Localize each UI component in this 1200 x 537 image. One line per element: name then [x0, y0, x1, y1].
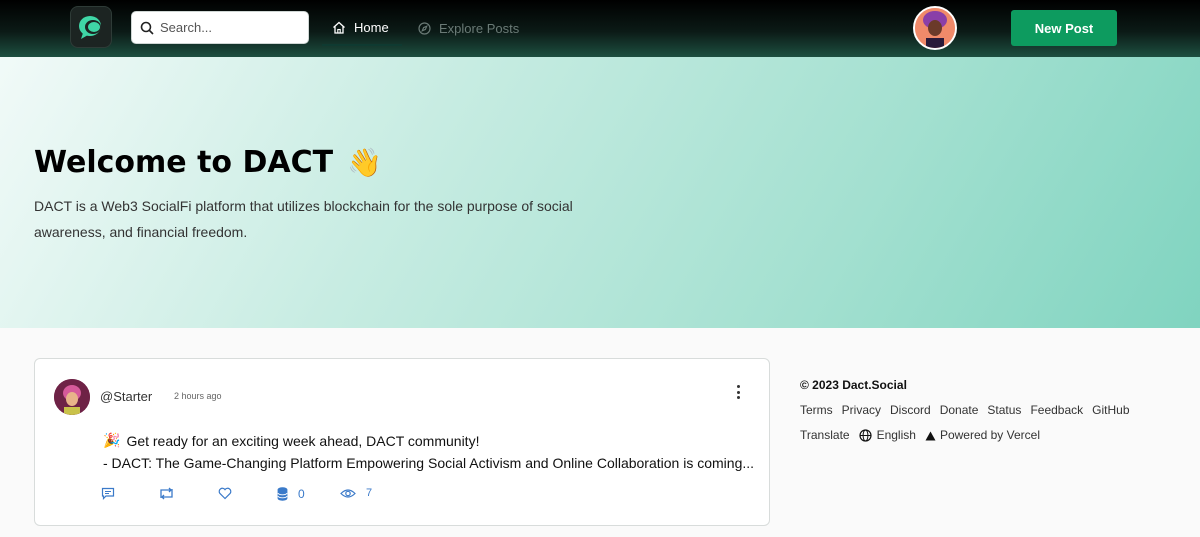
footer-links: Terms Privacy Discord Donate Status Feed…: [800, 403, 1160, 443]
language-label: English: [876, 428, 916, 442]
app-logo[interactable]: [70, 6, 112, 48]
more-vertical-icon[interactable]: [732, 384, 744, 400]
new-post-button[interactable]: New Post: [1011, 10, 1117, 46]
footer-link-translate[interactable]: Translate: [800, 428, 850, 443]
powered-label: Powered by Vercel: [939, 428, 1040, 442]
hero-title: Welcome to DACT 👋: [34, 145, 382, 180]
home-icon: [333, 21, 345, 34]
nav-explore-label: Explore Posts: [439, 20, 520, 36]
nav-explore-posts[interactable]: Explore Posts: [418, 10, 519, 46]
post-author-avatar[interactable]: [54, 379, 90, 415]
footer-link-github[interactable]: GitHub: [1092, 403, 1129, 418]
author-avatar-image: [54, 379, 90, 415]
language-selector[interactable]: English: [858, 428, 916, 443]
coin-count: 0: [298, 487, 305, 501]
footer-link-feedback[interactable]: Feedback: [1030, 403, 1083, 418]
footer-link-donate[interactable]: Donate: [940, 403, 979, 418]
search-input[interactable]: [160, 20, 300, 35]
globe-icon: [858, 429, 872, 442]
views-indicator: 7: [340, 487, 372, 499]
footer-link-discord[interactable]: Discord: [890, 403, 931, 418]
footer-link-terms[interactable]: Terms: [800, 403, 833, 418]
hero-description: DACT is a Web3 SocialFi platform that ut…: [34, 198, 573, 240]
footer-link-status[interactable]: Status: [987, 403, 1021, 418]
nav-home[interactable]: Home: [322, 10, 402, 46]
search-box[interactable]: [131, 11, 309, 44]
eye-icon: [340, 488, 356, 498]
app-logo-icon: [79, 16, 101, 39]
party-popper-icon: 🎉: [103, 432, 121, 448]
post-card[interactable]: @Starter 2 hours ago 🎉 Get ready for an …: [34, 358, 770, 526]
hero-title-text: Welcome to DACT: [34, 145, 334, 180]
post-text-2: - DACT: The Game-Changing Platform Empow…: [103, 455, 755, 471]
user-avatar[interactable]: [913, 6, 957, 50]
nav-home-label: Home: [354, 19, 389, 35]
footer-link-privacy[interactable]: Privacy: [842, 403, 881, 418]
repost-icon: [160, 487, 173, 500]
heart-icon: [218, 487, 232, 500]
post-timestamp: 2 hours ago: [174, 391, 222, 401]
waving-hand-icon: 👋: [347, 146, 382, 179]
copyright: © 2023 Dact.Social: [800, 378, 907, 392]
view-count: 7: [366, 487, 373, 499]
comment-icon: [101, 487, 115, 500]
coins-icon: [277, 487, 288, 501]
powered-by-vercel[interactable]: Powered by Vercel: [925, 428, 1040, 443]
post-text-line-1: 🎉 Get ready for an exciting week ahead, …: [103, 432, 479, 449]
like-button[interactable]: [218, 487, 232, 500]
vercel-triangle-icon: [925, 431, 936, 440]
comment-button[interactable]: [101, 487, 115, 500]
post-text-1: Get ready for an exciting week ahead, DA…: [126, 432, 480, 449]
welcome-hero: Welcome to DACT 👋 DACT is a Web3 SocialF…: [0, 57, 1200, 328]
avatar-image: [915, 8, 955, 48]
repost-button[interactable]: [158, 487, 175, 500]
coins-button[interactable]: 0: [277, 487, 305, 501]
top-navbar: Home Explore Posts New Post: [0, 0, 1200, 57]
post-username[interactable]: @Starter: [100, 389, 152, 404]
compass-icon: [418, 21, 431, 35]
search-icon: [140, 21, 154, 35]
